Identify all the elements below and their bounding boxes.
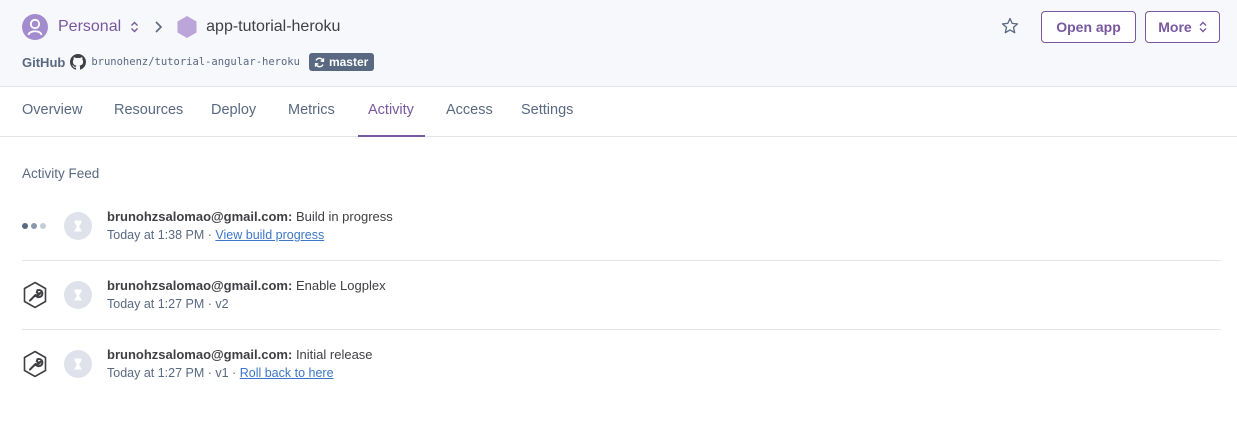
activity-summary: brunohzsalomao@gmail.com: Build in progr… (107, 209, 393, 224)
favorite-star-icon[interactable] (1001, 17, 1019, 35)
user-avatar-icon (64, 281, 92, 309)
activity-meta-row: Today at 1:27 PM · v2 (107, 297, 229, 311)
updown-chevron-icon (1199, 21, 1207, 33)
activity-meta: Today at 1:27 PM · v2 (107, 297, 229, 311)
activity-item: brunohzsalomao@gmail.com: Enable Logplex… (0, 260, 1237, 329)
user-avatar-icon (64, 350, 92, 378)
activity-meta: Today at 1:38 PM · (107, 228, 212, 242)
activity-meta-row: Today at 1:27 PM · v1 · Roll back to her… (107, 366, 334, 380)
activity-user: brunohzsalomao@gmail.com: (107, 278, 293, 293)
tab-deploy[interactable]: Deploy (211, 87, 256, 137)
activity-item: brunohzsalomao@gmail.com: Initial releas… (0, 329, 1237, 398)
wrench-icon (22, 281, 50, 309)
tab-resources[interactable]: Resources (114, 87, 183, 137)
team-avatar-icon[interactable] (22, 14, 48, 40)
github-label: GitHub (22, 54, 66, 70)
more-label: More (1158, 19, 1192, 35)
tab-settings[interactable]: Settings (521, 87, 573, 137)
activity-item: brunohzsalomao@gmail.com: Build in progr… (0, 191, 1237, 260)
in-progress-dots-icon (22, 212, 50, 240)
github-repo-link[interactable]: brunohenz/tutorial-angular-heroku (91, 56, 300, 68)
user-avatar-icon (64, 212, 92, 240)
wrench-icon (22, 350, 50, 378)
open-app-label: Open app (1056, 19, 1121, 35)
activity-user: brunohzsalomao@gmail.com: (107, 347, 293, 362)
tab-metrics[interactable]: Metrics (288, 87, 335, 137)
app-name[interactable]: app-tutorial-heroku (206, 18, 340, 36)
more-button[interactable]: More (1145, 11, 1220, 43)
chevron-right-icon (154, 20, 166, 34)
activity-meta: Today at 1:27 PM · v1 · (107, 366, 237, 380)
github-icon (70, 54, 87, 70)
roll-back-link[interactable]: Roll back to here (240, 366, 334, 380)
updown-chevron-icon[interactable] (130, 20, 140, 34)
activity-feed-title: Activity Feed (22, 166, 100, 181)
breadcrumb: Personal app-tutorial-heroku (22, 14, 340, 40)
tab-activity[interactable]: Activity (358, 87, 425, 137)
sync-icon (314, 57, 325, 67)
branch-badge[interactable]: master (308, 53, 375, 71)
activity-summary: brunohzsalomao@gmail.com: Enable Logplex (107, 278, 386, 293)
activity-user: brunohzsalomao@gmail.com: (107, 209, 293, 224)
view-build-progress-link[interactable]: View build progress (215, 228, 324, 242)
app-header: Personal app-tutorial-heroku GitHub brun… (0, 0, 1237, 87)
tab-overview[interactable]: Overview (22, 87, 82, 137)
app-hexagon-icon (176, 15, 198, 39)
tab-access[interactable]: Access (446, 87, 493, 137)
divider (22, 260, 1221, 261)
github-connection: GitHub brunohenz/tutorial-angular-heroku… (22, 52, 375, 72)
team-switcher-label[interactable]: Personal (58, 18, 121, 36)
app-tabs: Overview Resources Deploy Metrics Activi… (0, 87, 1237, 137)
activity-meta-row: Today at 1:38 PM · View build progress (107, 228, 324, 242)
activity-action: Initial release (295, 347, 373, 362)
activity-action: Build in progress (295, 209, 393, 224)
activity-action: Enable Logplex (295, 278, 386, 293)
branch-name: master (328, 55, 369, 69)
open-app-button[interactable]: Open app (1041, 11, 1136, 43)
activity-summary: brunohzsalomao@gmail.com: Initial releas… (107, 347, 373, 362)
divider (22, 329, 1221, 330)
